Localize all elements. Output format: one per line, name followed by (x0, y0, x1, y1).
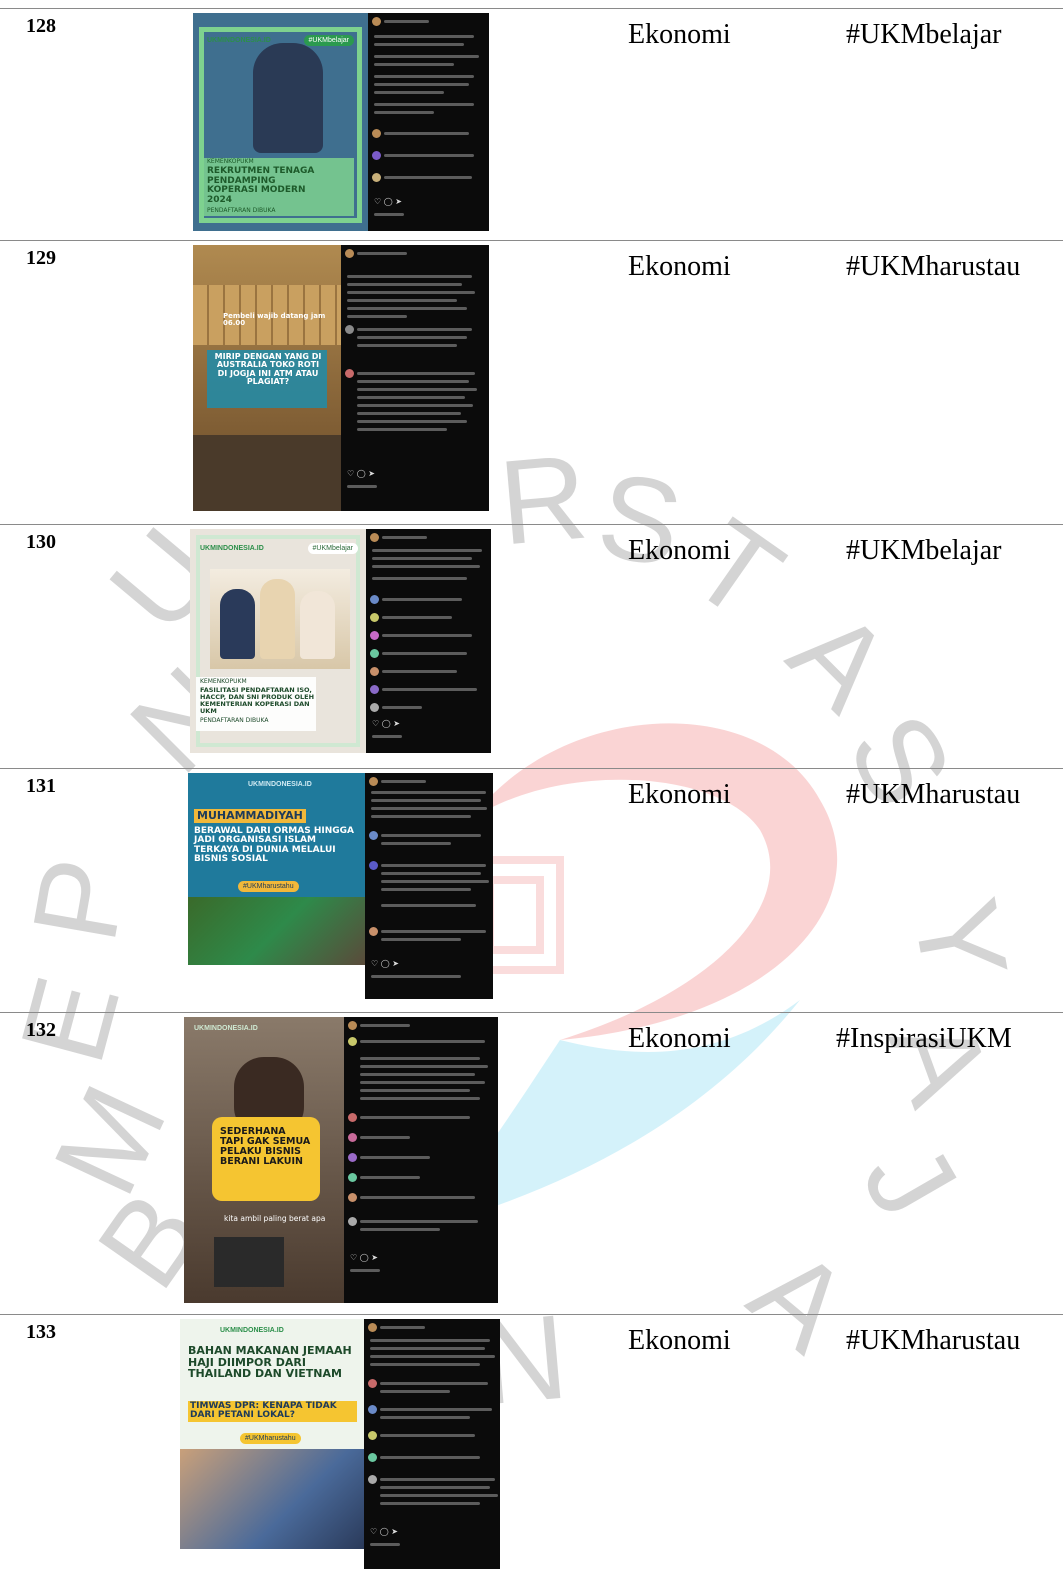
photo-figure (260, 579, 295, 659)
post-headline: BAHAN MAKANAN JEMAAH HAJI DIIMPOR DARI T… (188, 1344, 352, 1381)
table-row: 128 UKMINDONESIA.ID #UKMbelajar KEMENKOP… (0, 8, 1063, 231)
row-number: 129 (26, 247, 56, 269)
hashtag-cell: #UKMharustau (846, 251, 1021, 282)
photo-figure (300, 591, 335, 659)
post-footer (188, 965, 365, 999)
post-kicker: MUHAMMADIYAH (194, 809, 306, 823)
category-cell: Ekonomi (628, 1023, 731, 1054)
post-brand: UKMINDONESIA.ID (220, 1327, 284, 1334)
post-badge: #UKMharustahu (240, 1433, 301, 1444)
post-brand: UKMINDONESIA.ID (248, 781, 312, 788)
post-subtitle: kita ambil paling berat apa (224, 1214, 326, 1223)
hashtag-cell: #UKMharustau (846, 1325, 1021, 1356)
post-photo-person (253, 43, 323, 153)
post-screenshot: UKMINDONESIA.ID #UKMbelajar KEMENKOPUKM … (190, 529, 491, 753)
post-badge: #UKMbelajar (307, 543, 358, 554)
post-headline: BERAWAL DARI ORMAS HINGGA JADI ORGANISAS… (194, 826, 354, 865)
post-photo-food (180, 1449, 364, 1549)
photo-figure (220, 589, 255, 659)
post-brand: UKMINDONESIA.ID (194, 1025, 258, 1032)
row-number: 130 (26, 531, 56, 553)
post-headline: KEMENKOPUKM REKRUTMEN TENAGA PENDAMPING … (207, 158, 315, 215)
hashtag-cell: #UKMharustau (846, 779, 1021, 810)
table-row: 130 UKMINDONESIA.ID #UKMbelajar KEMENKOP… (0, 524, 1063, 757)
table-row: 133 UKMINDONESIA.ID BAHAN MAKANAN JEMAAH… (0, 1314, 1063, 1569)
post-badge: #UKMbelajar (303, 35, 354, 46)
post-brand: UKMINDONESIA.ID (207, 37, 271, 44)
post-photo-stove (214, 1237, 284, 1287)
row-number: 128 (26, 15, 56, 37)
comments-panel: ♡ ◯ ➤ (366, 529, 491, 753)
comments-panel: ♡ ◯ ➤ (344, 1017, 498, 1303)
hashtag-cell: #InspirasiUKM (836, 1023, 1012, 1054)
post-headline: KEMENKOPUKM FASILITASI PENDAFTARAN ISO, … (200, 678, 315, 724)
post-image: UKMINDONESIA.ID SEDERHANA TAPI GAK SEMUA… (184, 1017, 344, 1303)
category-cell: Ekonomi (628, 535, 731, 566)
post-photo-customer (193, 435, 341, 511)
row-number: 131 (26, 775, 56, 797)
post-image: UKMINDONESIA.ID MUHAMMADIYAH BERAWAL DAR… (188, 773, 365, 999)
post-headline: SEDERHANA TAPI GAK SEMUA PELAKU BISNIS B… (220, 1126, 311, 1167)
hashtag-cell: #UKMbelajar (846, 535, 1002, 566)
comments-panel: ♡ ◯ ➤ (364, 1319, 500, 1569)
post-image: UKMINDONESIA.ID BAHAN MAKANAN JEMAAH HAJ… (180, 1319, 364, 1569)
comments-panel: ♡ ◯ ➤ (368, 13, 489, 231)
post-photo-flag (188, 897, 365, 965)
category-cell: Ekonomi (628, 1325, 731, 1356)
post-badge: #UKMharustahu (238, 881, 299, 892)
row-number: 132 (26, 1019, 56, 1041)
post-screenshot: Pembeli wajib datang jam 06.00 MIRIP DEN… (193, 245, 489, 511)
hashtag-cell: #UKMbelajar (846, 19, 1002, 50)
row-number: 133 (26, 1321, 56, 1343)
category-cell: Ekonomi (628, 19, 731, 50)
post-screenshot: UKMINDONESIA.ID BAHAN MAKANAN JEMAAH HAJ… (180, 1319, 500, 1569)
table-row: 129 Pembeli wajib datang jam 06.00 MIRIP… (0, 240, 1063, 513)
post-footer (180, 1549, 364, 1569)
post-image: UKMINDONESIA.ID #UKMbelajar KEMENKOPUKM … (193, 13, 368, 231)
comments-panel: ♡ ◯ ➤ (341, 245, 489, 511)
table-row: 132 UKMINDONESIA.ID SEDERHANA TAPI GAK S… (0, 1012, 1063, 1307)
post-image: UKMINDONESIA.ID #UKMbelajar KEMENKOPUKM … (190, 529, 366, 753)
post-screenshot: UKMINDONESIA.ID MUHAMMADIYAH BERAWAL DAR… (188, 773, 493, 999)
post-image: Pembeli wajib datang jam 06.00 MIRIP DEN… (193, 245, 341, 511)
post-screenshot: UKMINDONESIA.ID #UKMbelajar KEMENKOPUKM … (193, 13, 489, 231)
category-cell: Ekonomi (628, 779, 731, 810)
post-brand: UKMINDONESIA.ID (200, 545, 264, 552)
post-headline: MIRIP DENGAN YANG DI AUSTRALIA TOKO ROTI… (214, 352, 322, 387)
comments-panel: ♡ ◯ ➤ (365, 773, 493, 999)
category-cell: Ekonomi (628, 251, 731, 282)
post-subtitle: TIMWAS DPR: KENAPA TIDAK DARI PETANI LOK… (188, 1401, 357, 1422)
post-kicker: Pembeli wajib datang jam 06.00 (223, 312, 326, 328)
post-screenshot: UKMINDONESIA.ID SEDERHANA TAPI GAK SEMUA… (184, 1017, 498, 1303)
table-row: 131 UKMINDONESIA.ID MUHAMMADIYAH BERAWAL… (0, 768, 1063, 1001)
